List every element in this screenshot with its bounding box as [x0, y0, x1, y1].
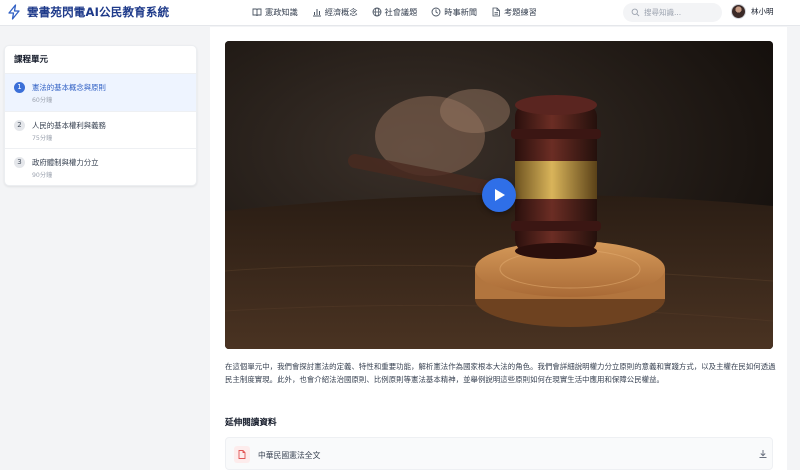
user-menu[interactable]: 林小明 [731, 4, 774, 19]
unit-duration: 90分鐘 [32, 172, 53, 179]
globe-icon [372, 7, 381, 17]
unit-title: 政府體制與權力分立 [32, 158, 99, 167]
book-icon [252, 8, 262, 17]
nav-item-economics[interactable]: 經濟概念 [312, 6, 358, 18]
unit-number: 2 [14, 119, 25, 131]
resource-item[interactable]: 中華民國憲法全文 [225, 437, 773, 470]
top-header: 雲書苑閃電AI公民教育系統 憲政知識 經濟概念 社會議題 時事新聞 考題練習 林… [0, 0, 800, 26]
nav-label: 憲政知識 [265, 7, 298, 17]
play-icon [495, 189, 505, 201]
play-button[interactable] [482, 178, 516, 212]
unit-item-1[interactable]: 1 憲法的基本概念與原則 60分鐘 [5, 74, 196, 112]
lesson-description: 在這個單元中，我們會探討憲法的定義、特性和重要功能，解析憲法作為國家根本大法的角… [225, 362, 776, 385]
unit-duration: 75分鐘 [32, 134, 53, 142]
bar-chart-icon [312, 9, 321, 17]
lightning-icon [8, 4, 20, 20]
nav-item-social-issues[interactable]: 社會議題 [372, 6, 418, 18]
unit-item-2[interactable]: 2 人民的基本權利與義務 75分鐘 [5, 112, 196, 149]
unit-number: 3 [14, 157, 25, 168]
unit-number: 1 [14, 82, 25, 93]
document-icon [492, 7, 500, 17]
nav-label: 經濟概念 [324, 7, 358, 17]
app-title: 雲書苑閃電AI公民教育系統 [27, 5, 170, 19]
unit-title: 人民的基本權利與義務 [32, 120, 106, 130]
clock-icon [431, 7, 441, 17]
brand[interactable]: 雲書苑閃電AI公民教育系統 [6, 4, 169, 20]
pdf-file-icon [234, 446, 250, 463]
search-icon [631, 8, 640, 17]
nav-label: 時事新聞 [444, 7, 478, 17]
unit-title: 憲法的基本概念與原則 [32, 83, 106, 92]
nav-item-exam-practice[interactable]: 考題練習 [491, 6, 537, 18]
resource-name: 中華民國憲法全文 [258, 451, 321, 460]
search-input[interactable] [644, 8, 720, 17]
unit-duration: 60分鐘 [32, 97, 53, 104]
nav-item-news[interactable]: 時事新聞 [431, 6, 477, 18]
search-box [623, 3, 722, 22]
video-player[interactable] [225, 41, 773, 349]
nav-item-constitution[interactable]: 憲政知識 [252, 6, 298, 18]
download-icon[interactable] [758, 449, 768, 459]
nav-label: 考題練習 [504, 7, 537, 17]
main-nav: 憲政知識 經濟概念 社會議題 時事新聞 考題練習 [252, 6, 537, 18]
nav-label: 社會議題 [384, 7, 418, 17]
avatar[interactable] [731, 4, 746, 19]
course-units-panel: 課程單元 1 憲法的基本概念與原則 60分鐘 2 人民的基本權利與義務 75分鐘… [4, 45, 197, 186]
main-content: 在這個單元中，我們會探討憲法的定義、特性和重要功能，解析憲法作為國家根本大法的角… [210, 27, 787, 470]
sidebar-title: 課程單元 [5, 46, 196, 74]
unit-item-3[interactable]: 3 政府體制與權力分立 90分鐘 [5, 149, 196, 185]
reading-section-title: 延伸閱讀資料 [225, 418, 277, 428]
user-name: 林小明 [751, 7, 774, 16]
